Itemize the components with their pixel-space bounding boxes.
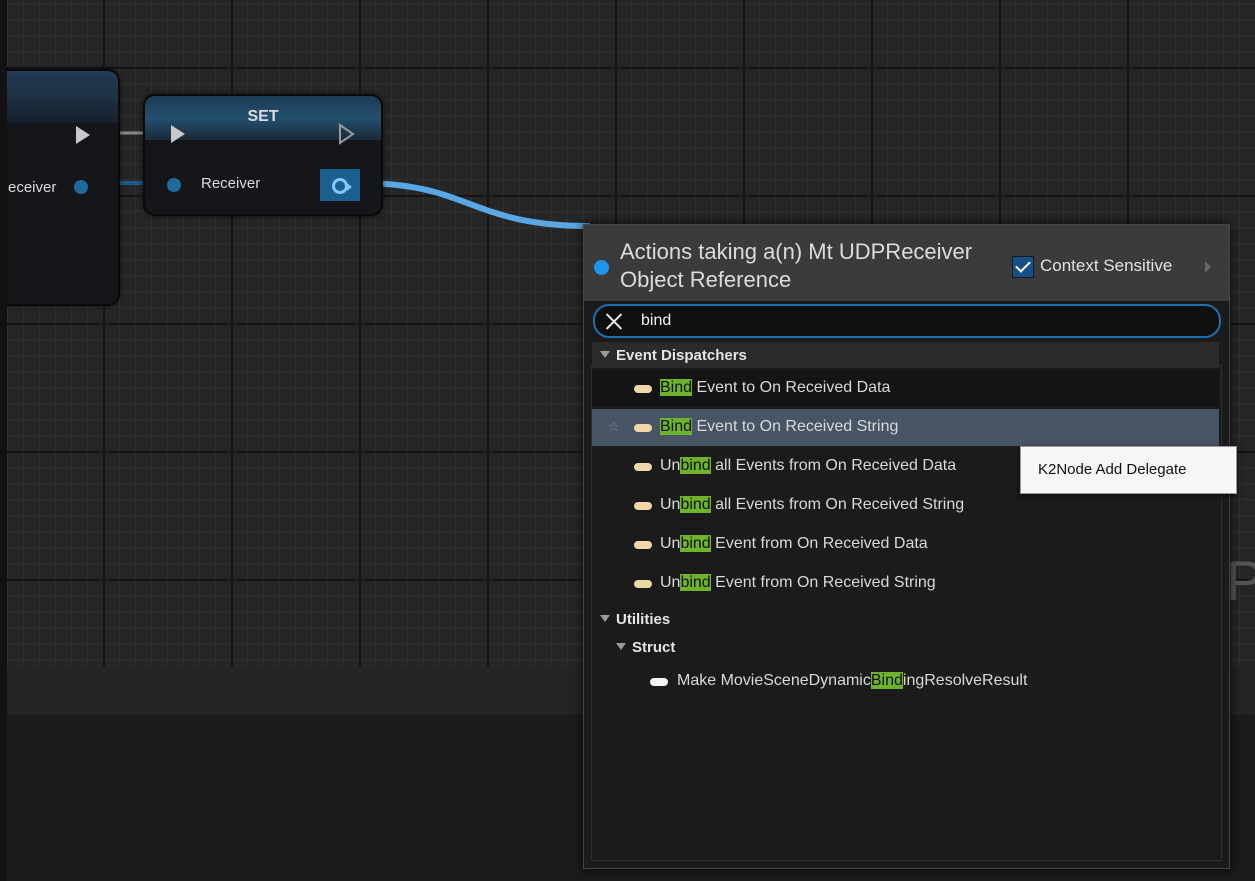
set-exec-input-pin[interactable] — [171, 125, 185, 143]
search-input[interactable] — [641, 309, 1181, 333]
pin-arrow-icon — [347, 183, 352, 191]
set-receiver-input-pin[interactable] — [167, 178, 181, 192]
delegate-node-icon — [634, 424, 652, 432]
item-suffix: Event to On Received String — [692, 418, 899, 435]
item-suffix: all Events from On Received String — [710, 496, 965, 513]
previous-node-pin-label: eceiver — [8, 179, 57, 196]
previous-node[interactable]: eceiver — [0, 69, 120, 306]
struct-node-icon — [650, 678, 668, 686]
list-item[interactable]: Unbind Event from On Received String — [592, 565, 1219, 602]
tooltip-text: K2Node Add Delegate — [1038, 461, 1187, 478]
collapse-triangle-icon[interactable] — [600, 351, 610, 358]
context-sensitive-label[interactable]: Context Sensitive — [1040, 256, 1172, 276]
favorite-star-icon[interactable]: ☆ — [608, 419, 620, 435]
search-match: bind — [680, 457, 711, 474]
exec-output-pin[interactable] — [76, 126, 90, 144]
action-menu-title: Actions taking a(n) Mt UDPReceiver Objec… — [620, 239, 973, 292]
set-receiver-output-pin[interactable] — [320, 169, 360, 201]
item-prefix: Un — [660, 496, 681, 513]
item-suffix: Event to On Received Data — [692, 379, 891, 396]
receiver-output-wire — [359, 180, 591, 229]
action-menu-popup[interactable]: Actions taking a(n) Mt UDPReceiver Objec… — [583, 224, 1230, 869]
search-match: Bind — [870, 672, 903, 689]
item-prefix: Un — [660, 535, 681, 552]
left-panel-edge — [0, 0, 7, 881]
previous-node-header — [0, 71, 118, 123]
list-item[interactable]: Unbind Event from On Received Data — [592, 526, 1219, 563]
item-suffix: Event from On Received String — [710, 574, 936, 591]
expand-arrow-icon[interactable] — [1205, 261, 1211, 273]
item-prefix: Un — [660, 574, 681, 591]
category-label: Event Dispatchers — [616, 347, 747, 364]
set-node-pin-label: Receiver — [201, 175, 261, 192]
item-prefix: Make MovieSceneDynamic — [677, 672, 871, 689]
action-menu-header: Actions taking a(n) Mt UDPReceiver Objec… — [584, 225, 1229, 301]
list-item-selected[interactable]: ☆ Bind Event to On Received String — [592, 409, 1219, 446]
category-struct[interactable]: Struct — [592, 634, 1219, 660]
delegate-node-icon — [634, 580, 652, 588]
search-match: Bind — [660, 379, 693, 396]
exec-output-outline-icon — [339, 123, 355, 145]
context-sensitive-checkbox[interactable] — [1012, 256, 1034, 278]
receiver-output-pin[interactable] — [74, 180, 88, 194]
search-match: Bind — [660, 418, 693, 435]
background-watermark-letter: P — [1226, 549, 1255, 612]
checkmark-icon — [1015, 257, 1031, 273]
delegate-node-icon — [634, 385, 652, 393]
item-prefix: Un — [660, 457, 681, 474]
category-event-dispatchers[interactable]: Event Dispatchers — [592, 342, 1219, 368]
category-label: Utilities — [616, 611, 671, 628]
list-item[interactable]: Bind Event to On Received Data — [592, 370, 1219, 407]
category-label: Struct — [632, 639, 676, 656]
tooltip: K2Node Add Delegate — [1020, 446, 1237, 494]
search-match: bind — [680, 574, 711, 591]
list-item[interactable]: Make MovieSceneDynamicBindingResolveResu… — [592, 663, 1219, 700]
clear-search-icon[interactable] — [605, 312, 623, 330]
item-suffix: Event from On Received Data — [710, 535, 928, 552]
item-suffix: ingResolveResult — [902, 672, 1028, 689]
search-match: bind — [680, 535, 711, 552]
delegate-node-icon — [634, 502, 652, 510]
item-suffix: all Events from On Received Data — [710, 457, 957, 474]
object-reference-pin-icon — [594, 260, 609, 275]
delegate-node-icon — [634, 541, 652, 549]
search-match: bind — [680, 496, 711, 513]
collapse-triangle-icon[interactable] — [600, 615, 610, 622]
search-box[interactable] — [593, 304, 1221, 338]
object-pin-icon — [332, 178, 348, 194]
category-utilities[interactable]: Utilities — [592, 606, 1219, 632]
delegate-node-icon — [634, 463, 652, 471]
collapse-triangle-icon[interactable] — [616, 643, 626, 650]
